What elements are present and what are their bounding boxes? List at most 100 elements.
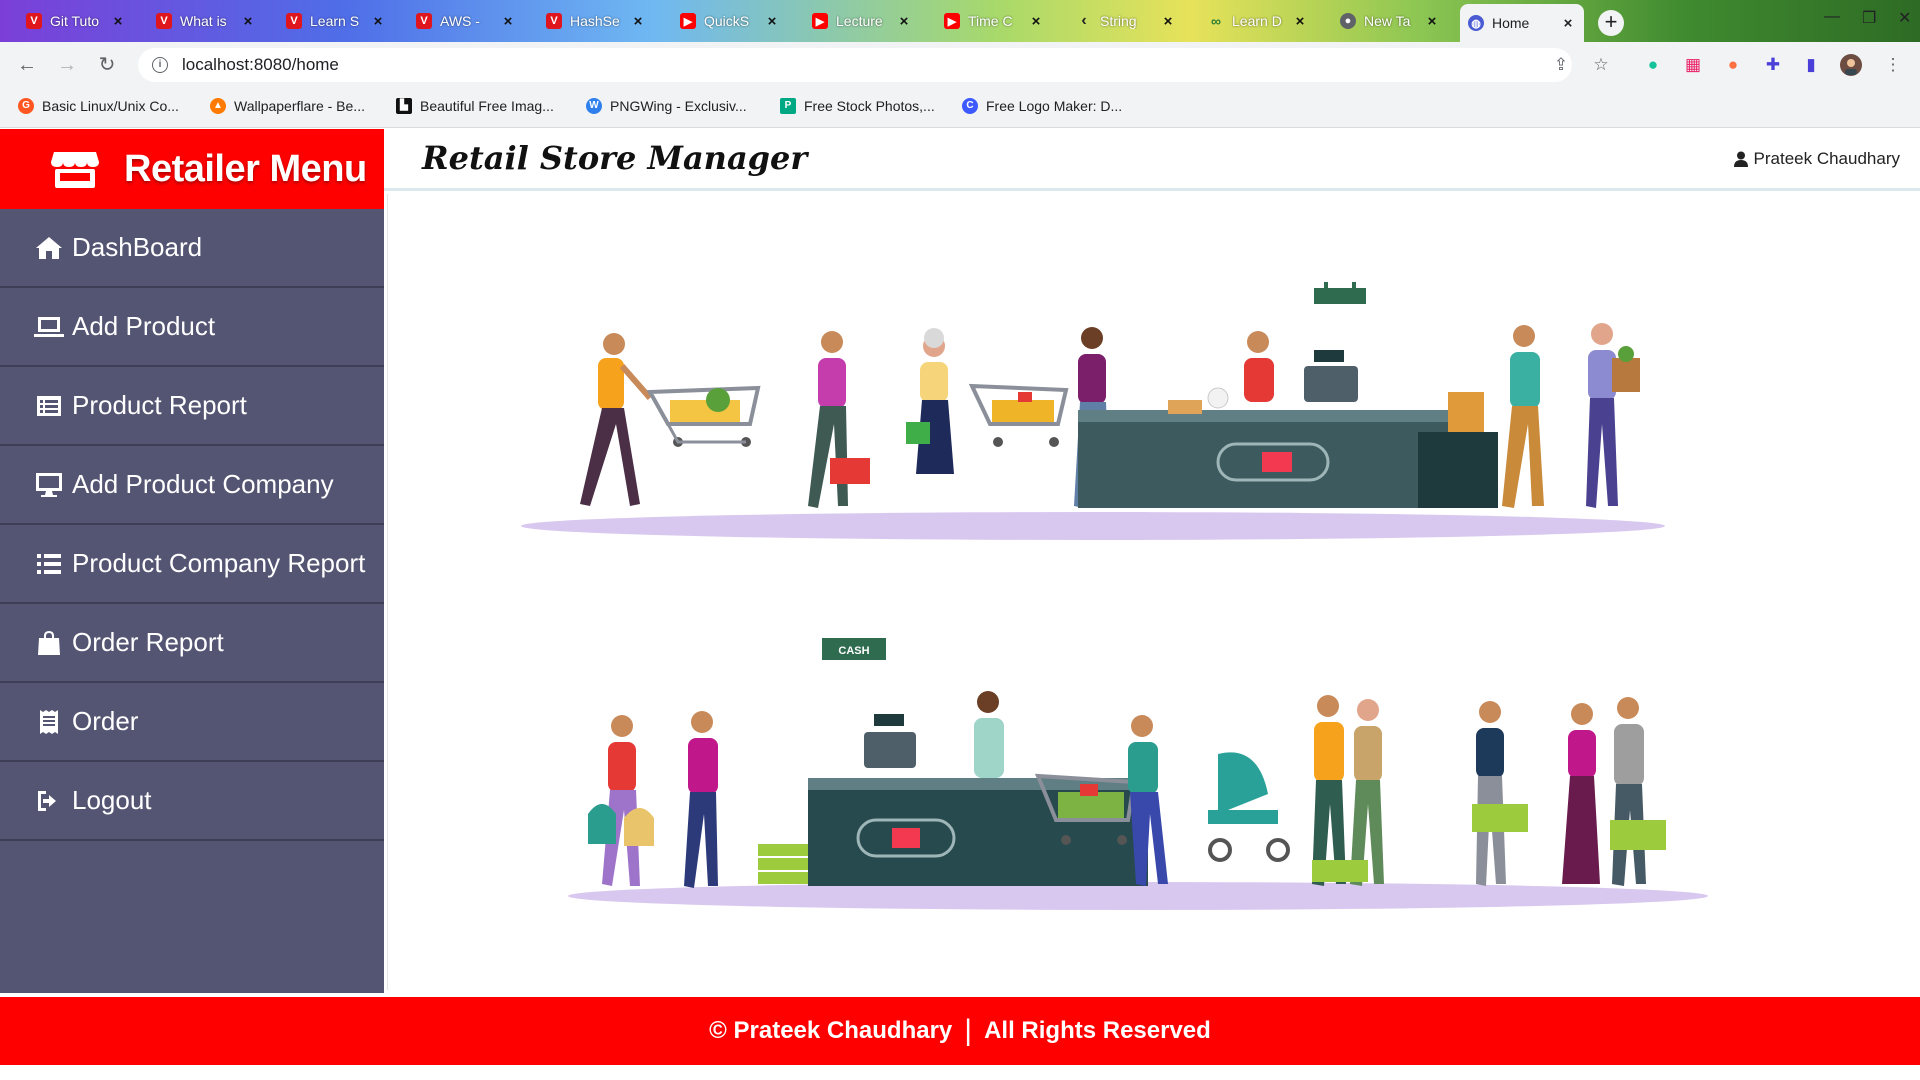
- footer-copyright: © Prateek Chaudhary: [709, 1017, 953, 1044]
- browser-tab[interactable]: ∞ Learn D ×: [1200, 4, 1316, 38]
- close-icon[interactable]: ×: [500, 13, 516, 30]
- sidebar-item-label: Add Product: [72, 311, 216, 341]
- footer: © Prateek Chaudhary | All Rights Reserve…: [0, 997, 1920, 1065]
- close-icon[interactable]: ×: [110, 13, 126, 30]
- browser-menu-icon[interactable]: ⋮: [1882, 54, 1904, 76]
- sidebar-item-label: Logout: [72, 785, 152, 815]
- bookmark-item[interactable]: P Free Stock Photos,...: [780, 98, 935, 114]
- browser-tab[interactable]: V Learn S ×: [278, 4, 394, 38]
- infinity-icon: ∞: [1211, 13, 1221, 29]
- bookmark-item[interactable]: W PNGWing - Exclusiv...: [586, 98, 747, 114]
- bookmark-item[interactable]: ▲ Wallpaperflare - Be...: [210, 98, 365, 114]
- share-icon[interactable]: ⇪: [1550, 54, 1572, 76]
- forward-icon[interactable]: →: [54, 52, 80, 78]
- minimize-icon[interactable]: —: [1824, 8, 1840, 26]
- youtube-icon: ▶: [680, 13, 696, 29]
- bookmark-favicon-icon: C: [962, 98, 978, 114]
- extensions-puzzle-icon[interactable]: ✚: [1762, 54, 1784, 76]
- sidebar: Retailer Menu DashBoard Add Product Prod…: [0, 129, 384, 993]
- new-tab-button[interactable]: +: [1598, 10, 1624, 36]
- logout-icon: [34, 789, 64, 813]
- sidebar-item-label: Add Product Company: [72, 469, 334, 499]
- profile-avatar[interactable]: [1840, 54, 1862, 76]
- tutorial-logo-icon: V: [156, 13, 172, 29]
- address-bar[interactable]: i localhost:8080/home: [138, 48, 1572, 82]
- chrome-icon: ●: [1340, 13, 1356, 29]
- cash-sign-label: CASH: [838, 645, 869, 657]
- sidebar-item-add-product-company[interactable]: Add Product Company: [0, 446, 384, 525]
- footer-rights: All Rights Reserved: [984, 1017, 1211, 1044]
- browser-tab[interactable]: V HashSe ×: [538, 4, 654, 38]
- close-icon[interactable]: ×: [1424, 13, 1440, 30]
- store-icon: [51, 152, 99, 188]
- globe-icon: ◍: [1468, 15, 1484, 31]
- code-icon: ‹: [1081, 12, 1087, 29]
- side-panel-icon[interactable]: ▮: [1800, 54, 1822, 76]
- list-icon: [34, 553, 64, 575]
- tutorial-logo-icon: V: [286, 13, 302, 29]
- shopping-bag-icon: [34, 630, 64, 656]
- user-icon: [1733, 151, 1748, 167]
- bookmark-favicon-icon: G: [18, 98, 34, 114]
- close-icon[interactable]: ×: [896, 13, 912, 30]
- user-menu[interactable]: Prateek Chaudhary: [1733, 149, 1900, 169]
- bookmark-star-icon[interactable]: ☆: [1590, 54, 1612, 76]
- browser-tab-active[interactable]: ◍ Home ×: [1460, 4, 1584, 42]
- sidebar-item-label: Product Company Report: [72, 548, 366, 578]
- sidebar-item-label: Order: [72, 706, 139, 736]
- youtube-icon: ▶: [944, 13, 960, 29]
- back-icon[interactable]: ←: [14, 52, 40, 78]
- close-icon[interactable]: ×: [1560, 15, 1576, 32]
- bookmark-favicon-icon: P: [780, 98, 796, 114]
- browser-tab[interactable]: V Git Tuto ×: [18, 4, 134, 38]
- browser-tab[interactable]: V AWS - ×: [408, 4, 524, 38]
- bottom-strip: [0, 1065, 1920, 1080]
- desktop-icon: [34, 472, 64, 498]
- site-info-icon[interactable]: i: [152, 57, 168, 73]
- close-icon[interactable]: ×: [764, 13, 780, 30]
- bookmark-item[interactable]: ▙ Beautiful Free Imag...: [396, 98, 554, 114]
- grammarly-icon[interactable]: ●: [1642, 54, 1664, 76]
- close-window-icon[interactable]: ✕: [1898, 8, 1911, 28]
- bookmark-favicon-icon: ▙: [396, 98, 412, 114]
- bookmark-item[interactable]: G Basic Linux/Unix Co...: [18, 98, 179, 114]
- main-content: CASH: [387, 194, 1920, 990]
- browser-tab[interactable]: ● New Ta ×: [1332, 4, 1448, 38]
- laptop-icon: [34, 315, 64, 339]
- sidebar-item-product-company-report[interactable]: Product Company Report: [0, 525, 384, 604]
- sidebar-item-order[interactable]: Order: [0, 683, 384, 762]
- browser-tab[interactable]: V What is ×: [148, 4, 264, 38]
- browser-tab[interactable]: ▶ Lecture ×: [804, 4, 920, 38]
- close-icon[interactable]: ×: [1292, 13, 1308, 30]
- browser-tab[interactable]: ▶ Time C ×: [936, 4, 1052, 38]
- sidebar-item-label: Order Report: [72, 627, 224, 657]
- sidebar-item-product-report[interactable]: Product Report: [0, 367, 384, 446]
- page-title: Retail Store Manager: [422, 139, 808, 177]
- checkout-illustration-bottom: CASH: [568, 638, 1708, 910]
- app-header: Retail Store Manager Prateek Chaudhary: [384, 129, 1920, 191]
- close-icon[interactable]: ×: [370, 13, 386, 30]
- bookmark-favicon-icon: ▲: [210, 98, 226, 114]
- tutorial-logo-icon: V: [546, 13, 562, 29]
- url-text: localhost:8080/home: [182, 55, 339, 74]
- browser-tab[interactable]: ‹ String ×: [1068, 4, 1184, 38]
- sidebar-brand-title: Retailer Menu: [124, 147, 367, 190]
- sidebar-item-add-product[interactable]: Add Product: [0, 288, 384, 367]
- bookmark-item[interactable]: C Free Logo Maker: D...: [962, 98, 1122, 114]
- sidebar-item-logout[interactable]: Logout: [0, 762, 384, 841]
- sidebar-item-label: DashBoard: [72, 232, 203, 262]
- close-icon[interactable]: ×: [1028, 13, 1044, 30]
- tutorial-logo-icon: V: [416, 13, 432, 29]
- sidebar-item-dashboard[interactable]: DashBoard: [0, 209, 384, 288]
- bookmark-favicon-icon: W: [586, 98, 602, 114]
- sidebar-item-order-report[interactable]: Order Report: [0, 604, 384, 683]
- sidebar-brand[interactable]: Retailer Menu: [0, 129, 384, 209]
- extension-shield-icon[interactable]: ●: [1722, 54, 1744, 76]
- close-icon[interactable]: ×: [630, 13, 646, 30]
- browser-tab[interactable]: ▶ QuickS ×: [672, 4, 788, 38]
- close-icon[interactable]: ×: [1160, 13, 1176, 30]
- restore-icon[interactable]: ❐: [1862, 8, 1876, 28]
- close-icon[interactable]: ×: [240, 13, 256, 30]
- reload-icon[interactable]: ↻: [94, 52, 120, 78]
- extension-grid-icon[interactable]: ▦: [1682, 54, 1704, 76]
